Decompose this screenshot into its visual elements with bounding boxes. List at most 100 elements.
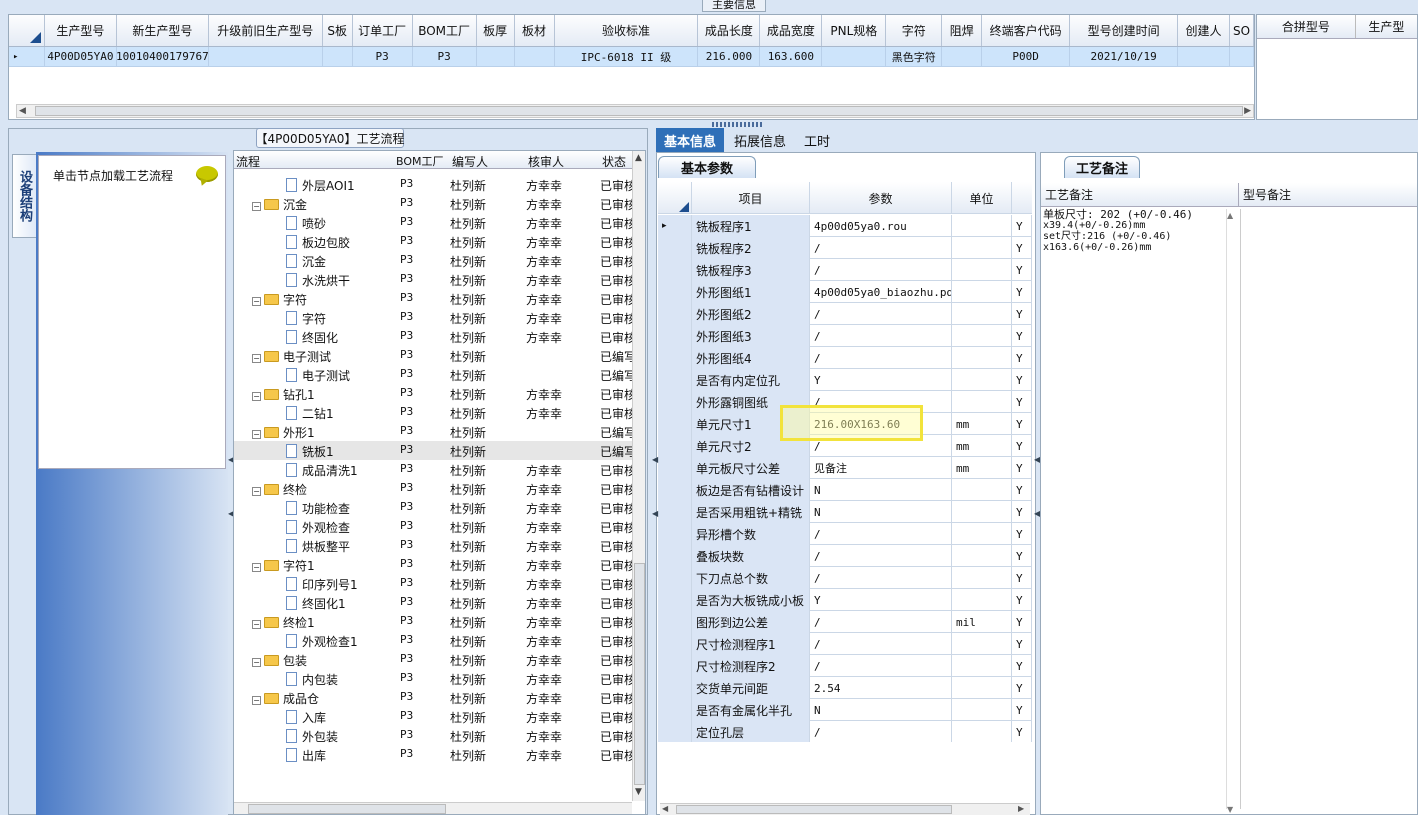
tree-hscroll-thumb[interactable] [248, 804, 446, 814]
param-value[interactable]: 4p00d05ya0.rou [810, 215, 952, 237]
param-flag[interactable]: Y [1012, 545, 1032, 567]
param-flag[interactable]: Y [1012, 655, 1032, 677]
tree-row[interactable]: − 包装 P3 杜列新 方幸幸 已审核 [234, 650, 645, 669]
param-unit[interactable] [952, 523, 1012, 545]
param-row[interactable]: 是否有内定位孔 Y Y [658, 369, 1032, 391]
tree-node[interactable]: − 字符 [252, 291, 307, 308]
tree-node[interactable]: 出库 [286, 747, 326, 764]
tree-node[interactable]: 入库 [286, 709, 326, 726]
param-value[interactable]: 4p00d05ya0_biaozhu.pdf [810, 281, 952, 303]
top-cell[interactable] [515, 47, 555, 66]
tree-row[interactable]: 字符 P3 杜列新 方幸幸 已审核 [234, 308, 645, 327]
tree-scroll-up-icon[interactable]: ▲ [635, 153, 642, 163]
tree-col-reviewer[interactable]: 核审人 [528, 153, 564, 170]
top-cell[interactable] [822, 47, 887, 66]
collapse-toggle-icon[interactable]: − [252, 487, 261, 496]
top-cell[interactable] [323, 47, 353, 66]
param-flag[interactable]: Y [1012, 347, 1032, 369]
tree-row[interactable]: 喷砂 P3 杜列新 方幸幸 已审核 [234, 213, 645, 232]
notes-scroll-up-icon[interactable]: ▲ [1227, 211, 1233, 220]
param-flag[interactable]: Y [1012, 589, 1032, 611]
tree-node[interactable]: 字符 [286, 310, 326, 327]
mid-hscroll-thumb[interactable] [676, 805, 952, 814]
tree-node[interactable]: − 终检1 [252, 614, 315, 631]
param-unit[interactable] [952, 633, 1012, 655]
col-flag[interactable] [1012, 182, 1032, 214]
param-value[interactable]: N [810, 479, 952, 501]
tree-scroll-down-icon[interactable]: ▼ [635, 787, 642, 797]
param-unit[interactable] [952, 347, 1012, 369]
param-flag[interactable]: Y [1012, 633, 1032, 655]
param-value[interactable]: N [810, 699, 952, 721]
tree-row[interactable]: 二钻1 P3 杜列新 方幸幸 已审核 [234, 403, 645, 422]
param-row[interactable]: 是否采用粗铣+精铣 N Y [658, 501, 1032, 523]
hscroll-thumb[interactable] [35, 106, 1243, 116]
param-row[interactable]: 铣板程序2/ Y [658, 237, 1032, 259]
collapse-toggle-icon[interactable]: − [252, 354, 261, 363]
tree-node[interactable]: 外观检查 [286, 519, 350, 536]
tree-row[interactable]: − 外形1 P3 杜列新 已编写 [234, 422, 645, 441]
main-info-hscrollbar[interactable]: ◀ ▶ [16, 104, 1254, 118]
top-col-header[interactable]: 板材 [515, 15, 555, 46]
top-cell[interactable] [1178, 47, 1230, 66]
param-value[interactable]: / [810, 259, 952, 281]
tree-node[interactable]: − 字符1 [252, 557, 315, 574]
tree-node[interactable]: − 终检 [252, 481, 307, 498]
param-row[interactable]: 交货单元间距 2.54 Y [658, 677, 1032, 699]
tree-row[interactable]: − 钻孔1 P3 杜列新 方幸幸 已审核 [234, 384, 645, 403]
tree-node[interactable]: 内包装 [286, 671, 338, 688]
param-unit[interactable] [952, 567, 1012, 589]
param-value[interactable]: Y [810, 369, 952, 391]
param-flag[interactable]: Y [1012, 303, 1032, 325]
tree-row[interactable]: − 终检1 P3 杜列新 方幸幸 已审核 [234, 612, 645, 631]
tree-col-status[interactable]: 状态 [602, 153, 626, 170]
top-col-header[interactable]: 新生产型号 [117, 15, 209, 46]
top-cell[interactable] [209, 47, 323, 66]
tree-row[interactable]: 外观检查1 P3 杜列新 方幸幸 已审核 [234, 631, 645, 650]
param-flag[interactable]: Y [1012, 435, 1032, 457]
tree-row[interactable]: − 沉金 P3 杜列新 方幸幸 已审核 [234, 194, 645, 213]
param-flag[interactable]: Y [1012, 237, 1032, 259]
param-row[interactable]: 尺寸检测程序2/ Y [658, 655, 1032, 677]
param-row[interactable]: 外形图纸3/ Y [658, 325, 1032, 347]
col-merge-model[interactable]: 合拼型号 [1257, 15, 1356, 38]
tree-row[interactable]: 电子测试 P3 杜列新 已编写 [234, 365, 645, 384]
tree-row[interactable]: 功能检查 P3 杜列新 方幸幸 已审核 [234, 498, 645, 517]
col-model-notes[interactable]: 型号备注 [1239, 183, 1417, 207]
top-col-header[interactable]: 验收标准 [555, 15, 699, 46]
param-value[interactable]: / [810, 633, 952, 655]
tree-row[interactable]: 板边包胶 P3 杜列新 方幸幸 已审核 [234, 232, 645, 251]
tree-row[interactable]: 终固化1 P3 杜列新 方幸幸 已审核 [234, 593, 645, 612]
top-col-header[interactable]: 订单工厂 [353, 15, 413, 46]
tree-col-flow[interactable]: 流程 [236, 153, 260, 170]
param-unit[interactable] [952, 589, 1012, 611]
param-value[interactable]: / [810, 721, 952, 742]
top-cell[interactable]: P3 [353, 47, 413, 66]
param-row[interactable]: 是否有金属化半孔 N Y [658, 699, 1032, 721]
tree-row[interactable]: 终固化 P3 杜列新 方幸幸 已审核 [234, 327, 645, 346]
param-value[interactable]: / [810, 347, 952, 369]
param-row[interactable]: 尺寸检测程序1/ Y [658, 633, 1032, 655]
top-col-header[interactable]: 升级前旧生产型号 [209, 15, 323, 46]
param-flag[interactable]: Y [1012, 699, 1032, 721]
param-flag[interactable]: Y [1012, 325, 1032, 347]
tab-basic-info[interactable]: 基本信息 [656, 128, 725, 152]
param-unit[interactable] [952, 369, 1012, 391]
tree-row[interactable]: 水洗烘干 P3 杜列新 方幸幸 已审核 [234, 270, 645, 289]
tree-node[interactable]: 成品清洗1 [286, 462, 358, 479]
mid-hscroll-right-icon[interactable]: ▶ [1018, 804, 1024, 813]
tree-node[interactable]: 烘板整平 [286, 538, 350, 555]
col-item[interactable]: 项目 [692, 182, 810, 214]
tree-node[interactable]: − 包装 [252, 652, 307, 669]
top-cell[interactable]: 4P00D05YA0 [45, 47, 117, 66]
param-unit[interactable] [952, 677, 1012, 699]
param-unit[interactable] [952, 545, 1012, 567]
param-unit[interactable] [952, 501, 1012, 523]
param-row[interactable]: 外形图纸1 4p00d05ya0_biaozhu.pdf Y [658, 281, 1032, 303]
tree-scroll-thumb[interactable] [634, 563, 645, 785]
tree-row[interactable]: − 终检 P3 杜列新 方幸幸 已审核 [234, 479, 645, 498]
top-cell[interactable]: 2021/10/19 [1070, 47, 1179, 66]
param-row[interactable]: 外形图纸4/ Y [658, 347, 1032, 369]
top-col-header[interactable]: 成品长度 [698, 15, 761, 46]
tree-row[interactable]: 烘板整平 P3 杜列新 方幸幸 已审核 [234, 536, 645, 555]
